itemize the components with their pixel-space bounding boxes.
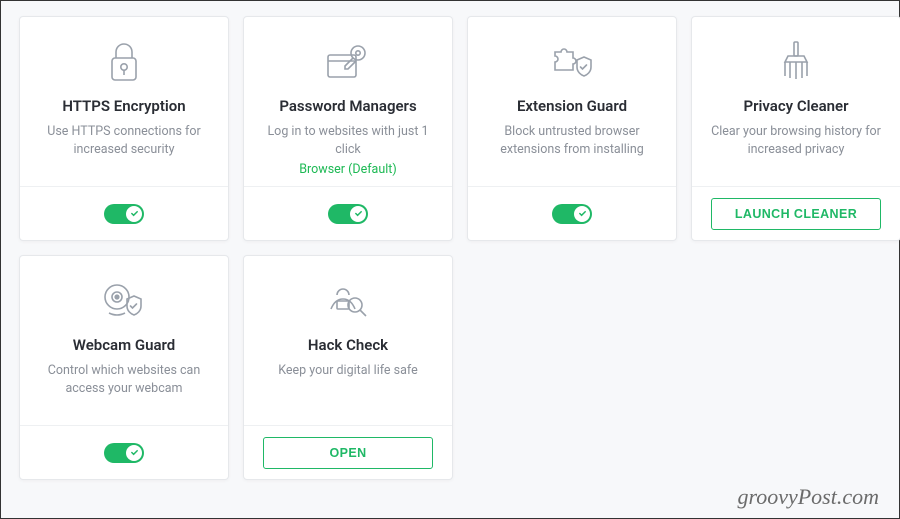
card-hack-check: Hack Check Keep your digital life safe O… — [243, 255, 453, 480]
card-footer: LAUNCH CLEANER — [692, 186, 900, 240]
launch-cleaner-button[interactable]: LAUNCH CLEANER — [711, 198, 881, 230]
card-desc: Clear your browsing history for increase… — [692, 123, 900, 186]
puzzle-shield-icon — [547, 35, 597, 87]
card-desc: Use HTTPS connections for increased secu… — [20, 123, 228, 186]
toggle-webcam-guard[interactable] — [104, 443, 144, 463]
hacker-magnify-icon — [323, 274, 373, 326]
card-privacy-cleaner: Privacy Cleaner Clear your browsing hist… — [691, 16, 900, 241]
card-desc: Keep your digital life safe — [262, 362, 434, 425]
card-title: Password Managers — [279, 97, 416, 115]
card-footer — [468, 186, 676, 240]
brush-icon — [776, 35, 816, 87]
card-extension-guard: Extension Guard Block untrusted browser … — [467, 16, 677, 241]
card-title: Privacy Cleaner — [743, 97, 848, 115]
card-footer — [20, 425, 228, 479]
card-title: HTTPS Encryption — [62, 97, 185, 115]
toggle-extension-guard[interactable] — [552, 204, 592, 224]
key-browser-icon — [324, 35, 372, 87]
card-desc: Log in to websites with just 1 click — [244, 123, 452, 158]
toggle-https-encryption[interactable] — [104, 204, 144, 224]
card-password-managers: Password Managers Log in to websites wit… — [243, 16, 453, 241]
card-webcam-guard: Webcam Guard Control which websites can … — [19, 255, 229, 480]
watermark: groovyPost.com — [737, 484, 879, 510]
lock-icon — [104, 35, 144, 87]
card-footer — [244, 186, 452, 240]
card-desc: Control which websites can access your w… — [20, 362, 228, 425]
card-footer — [20, 186, 228, 240]
webcam-shield-icon — [99, 274, 149, 326]
feature-grid: HTTPS Encryption Use HTTPS connections f… — [1, 1, 899, 495]
card-title: Extension Guard — [517, 97, 627, 115]
toggle-password-managers[interactable] — [328, 204, 368, 224]
open-button[interactable]: OPEN — [263, 437, 433, 469]
card-footer: OPEN — [244, 425, 452, 479]
card-desc: Block untrusted browser extensions from … — [468, 123, 676, 186]
card-title: Webcam Guard — [73, 336, 175, 354]
card-title: Hack Check — [308, 336, 388, 354]
card-https-encryption: HTTPS Encryption Use HTTPS connections f… — [19, 16, 229, 241]
card-extra: Browser (Default) — [299, 162, 396, 186]
